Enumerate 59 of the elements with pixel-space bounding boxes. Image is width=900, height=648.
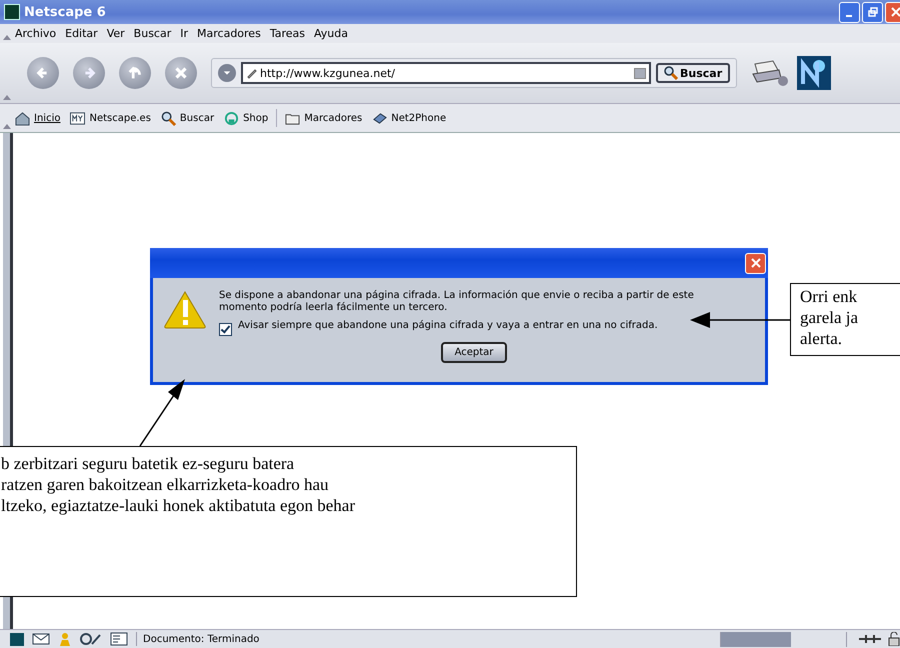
back-button[interactable] (27, 57, 59, 89)
chat-icon[interactable] (80, 632, 102, 646)
shop-icon (224, 110, 240, 126)
callout-text: alerta. (800, 328, 842, 349)
dialog-message: Se dispone a abandonar una página cifrada. La información que envie o reciba a partir de este momento podría leerla fácilmente un tercero. (219, 290, 695, 314)
callout-text: ratzen garen bakoitzean elkarrizketa-koadro hau (1, 474, 329, 495)
house-icon (15, 110, 30, 126)
bookmark-button[interactable]: Marcadores (283, 110, 364, 126)
url-field[interactable]: http://www.kzgunea.net/ (241, 62, 651, 84)
sidebar-grip[interactable] (3, 133, 13, 446)
restore-icon (868, 7, 878, 17)
bookmark-button[interactable]: Netscape.es (68, 110, 153, 126)
menu-item[interactable]: Marcadores (197, 27, 261, 40)
callout-text: Orri enk (800, 286, 858, 307)
bookmark-button[interactable]: Shop (222, 110, 270, 126)
warning-icon (163, 290, 207, 330)
minimize-icon (846, 15, 852, 17)
reload-button[interactable] (119, 57, 151, 89)
bookmark-button[interactable]: Buscar (158, 110, 216, 126)
checkbox[interactable] (219, 323, 232, 336)
menu-item[interactable]: Buscar (134, 27, 172, 40)
callout-text: b zerbitzari seguru batetik ez-seguru batera (1, 453, 294, 474)
menu-item[interactable]: Archivo (15, 27, 56, 40)
close-button[interactable] (885, 2, 900, 22)
sidebar-grip[interactable] (3, 597, 13, 629)
search-icon (160, 110, 176, 126)
mail-icon[interactable] (32, 632, 50, 646)
composer-icon[interactable] (110, 632, 128, 646)
close-button[interactable] (745, 252, 766, 274)
phone-icon (372, 110, 388, 126)
dropdown-button[interactable] (218, 64, 236, 82)
menu-item[interactable]: Tareas (270, 27, 305, 40)
menu-item[interactable]: Ir (180, 27, 188, 40)
close-icon (750, 258, 760, 268)
minimize-button[interactable] (839, 2, 860, 22)
my-icon (70, 110, 86, 126)
menu-item[interactable]: Ver (106, 27, 125, 40)
connection-icon (858, 632, 882, 646)
search-icon (664, 66, 678, 80)
menu-item[interactable]: Ayuda (314, 27, 348, 40)
forward-button[interactable] (73, 57, 105, 89)
menu-item[interactable]: Editar (65, 27, 98, 40)
restore-button[interactable] (862, 2, 883, 22)
netscape-logo-icon (4, 4, 20, 20)
callout-text: garela ja (800, 307, 858, 328)
lock-icon (888, 632, 900, 646)
caret-icon (223, 69, 231, 77)
bookmark-button[interactable]: Inicio (13, 110, 62, 126)
status-text: Documento: Terminado (143, 634, 260, 644)
checkbox-label[interactable]: Avisar siempre que abandone una página cifrada y vaya a entrar en una no cifrada. (238, 320, 678, 332)
netscape-logo-icon[interactable] (10, 632, 24, 646)
bookmark-button[interactable]: Net2Phone (370, 110, 448, 126)
stop-button[interactable] (165, 57, 197, 89)
callout-text: ltzeko, egiaztatze-lauki honek aktibatuta egon behar (1, 495, 356, 516)
accept-button[interactable]: Aceptar (440, 342, 508, 363)
close-icon (890, 7, 900, 17)
window-title: Netscape 6 (24, 4, 107, 20)
netscape-logo-icon[interactable] (797, 56, 832, 90)
search-button[interactable]: Buscar (656, 63, 730, 83)
